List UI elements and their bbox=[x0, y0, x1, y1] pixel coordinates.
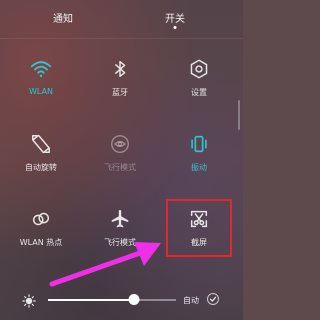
check-icon bbox=[209, 296, 217, 302]
brightness-icon bbox=[22, 293, 36, 312]
brightness-slider-fill bbox=[48, 299, 134, 301]
auto-brightness-label: 自动 bbox=[183, 296, 199, 305]
brightness-bar: 自动 bbox=[0, 284, 243, 320]
brightness-slider-thumb[interactable] bbox=[128, 294, 140, 305]
annotation-arrow bbox=[49, 242, 161, 287]
auto-brightness-checkbox[interactable] bbox=[207, 293, 219, 305]
